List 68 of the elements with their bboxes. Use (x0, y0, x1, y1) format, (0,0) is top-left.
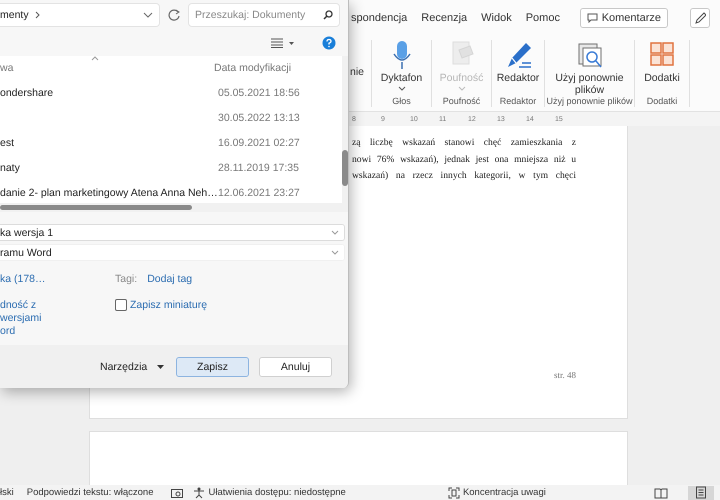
thumbnail-option[interactable]: Zapisz miniaturę (115, 299, 345, 311)
scrollbar-thumb[interactable] (342, 150, 348, 186)
checkbox[interactable] (115, 299, 127, 311)
body-text-line: zą liczbę wskazań stanowi chęć zamieszkania z (352, 136, 576, 150)
tools-menu-button[interactable]: Narzędzia (100, 360, 166, 372)
chevron-icon (458, 86, 466, 91)
status-text[interactable]: Podpowiedzi tekstu: włączone (26, 487, 154, 498)
list-view-icon[interactable] (271, 38, 283, 48)
file-name[interactable]: danie 2- plan marketingowy Atena Anna Neh… (0, 186, 214, 198)
accessibility-icon (193, 486, 206, 498)
ribbon-command[interactable]: Użyj ponownie plików (545, 40, 634, 96)
view-button[interactable] (688, 486, 714, 500)
group-label: Głos (392, 96, 411, 107)
modified-date: 28.11.2019 17:35 (217, 162, 300, 174)
add-tag-link[interactable]: Dodaj tag (147, 273, 192, 285)
ribbon-tab[interactable]: Recenzja (421, 12, 468, 24)
chevron-icon (331, 250, 339, 255)
speech-bubble-icon (586, 13, 598, 23)
body-text-line: nowi 76% wskazań), jednak jest ona mniejsza niż u (352, 152, 576, 166)
pencil-icon[interactable] (694, 11, 706, 25)
file-name-field[interactable]: ka wersja 1 (0, 224, 345, 241)
status-text[interactable]: Koncentracja uwagi (462, 487, 546, 498)
chevron-icon (331, 230, 339, 235)
column-header[interactable]: Data modyfikacji (214, 62, 342, 74)
file-type-dropdown[interactable]: ramu Word (0, 244, 345, 261)
book-icon (654, 486, 668, 498)
page-number: str. 48 (554, 370, 576, 380)
camera-icon (171, 488, 184, 498)
file-name[interactable]: naty (0, 162, 214, 174)
group-label: Dodatki (646, 96, 678, 107)
refresh-icon[interactable] (168, 9, 180, 21)
file-name[interactable]: est (0, 136, 214, 148)
command-label: nie (350, 40, 372, 107)
page-icon (694, 486, 707, 499)
ribbon-tab[interactable]: spondencja (351, 12, 408, 24)
group-label: Użyj ponownie plików (546, 96, 633, 107)
group-label: Redaktor (500, 96, 536, 107)
ribbon-tab[interactable]: Widok (481, 12, 512, 24)
cancel-button[interactable]: Anuluj (259, 356, 332, 376)
column-header[interactable]: wa (0, 62, 214, 74)
comments-button[interactable]: Komentarze (580, 8, 668, 28)
modified-date: 16.09.2021 02:27 (217, 136, 301, 148)
ribbon-tab[interactable]: Pomoc (526, 12, 560, 24)
chevron-icon (398, 86, 406, 91)
compatibility-option[interactable]: dność z wersjami ord (0, 299, 115, 338)
modified-date: 05.05.2021 18:56 (217, 86, 301, 98)
save-button[interactable]: Zapisz (176, 356, 249, 376)
address-bar[interactable]: menty (0, 3, 160, 27)
authors-link[interactable]: ka (178… (0, 273, 115, 285)
chevron-icon (143, 12, 153, 18)
focus-icon (448, 486, 460, 498)
search-field[interactable]: Przeszukaj: Dokumenty (188, 3, 340, 27)
ribbon-command[interactable]: Dyktafon (378, 40, 426, 96)
caret-icon (157, 364, 164, 368)
modified-date: 12.06.2021 23:27 (217, 186, 301, 198)
status-text[interactable]: łski (0, 487, 14, 498)
body-text-line: wskazań) na rzecz innych kategorii, w tym chęci (352, 169, 576, 183)
modified-date: 30.05.2022 13:13 (217, 112, 301, 124)
ribbon-command[interactable]: Dodatki (641, 40, 683, 96)
caret-icon[interactable] (289, 42, 294, 44)
help-icon[interactable] (322, 36, 336, 50)
search-icon (323, 10, 333, 20)
status-text[interactable]: Ułatwienia dostępu: niedostępne (208, 487, 346, 498)
ribbon-command[interactable]: Redaktor (494, 40, 542, 96)
scrollbar-thumb[interactable] (0, 205, 192, 210)
tags-label: Tagi: (115, 273, 138, 285)
group-label: Poufność (442, 96, 480, 107)
file-name[interactable]: ondershare (0, 86, 214, 98)
